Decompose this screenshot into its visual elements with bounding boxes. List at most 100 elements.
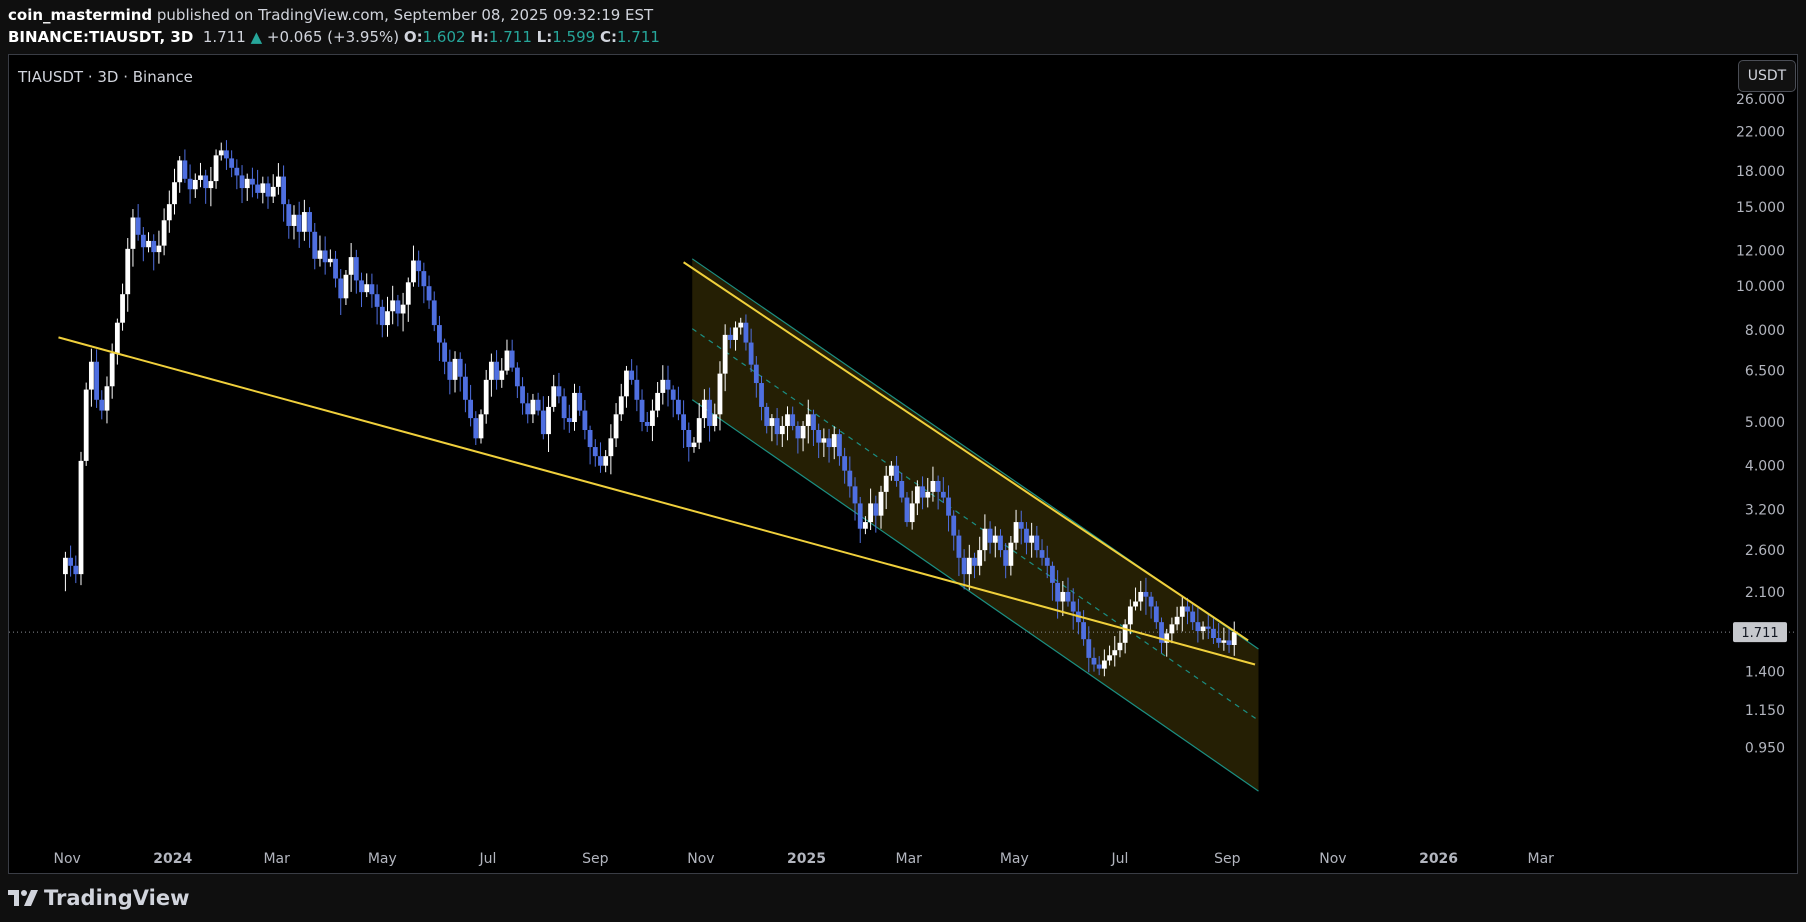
candle	[63, 557, 68, 575]
open-label: O:	[403, 28, 423, 46]
candle	[670, 389, 676, 400]
candle	[857, 503, 863, 529]
price-change: +0.065 (+3.95%)	[266, 28, 400, 46]
x-tick-label: May	[368, 851, 397, 867]
candle	[255, 184, 261, 193]
candle	[946, 497, 951, 516]
candle	[1153, 606, 1159, 623]
candle	[78, 460, 84, 575]
candle	[577, 392, 583, 411]
candle	[805, 414, 811, 426]
candle	[1081, 622, 1086, 640]
candle	[1138, 591, 1144, 602]
y-tick-label: 26.000	[1736, 92, 1785, 108]
candle	[437, 325, 442, 343]
candle	[992, 535, 998, 543]
last-price: 1.711	[202, 28, 246, 46]
candle	[1216, 638, 1222, 643]
candle	[94, 361, 99, 400]
candle	[650, 410, 655, 426]
candle	[224, 150, 229, 159]
candle	[634, 379, 640, 400]
x-tick-label: Sep	[1214, 851, 1241, 867]
candle	[972, 557, 977, 566]
currency-button[interactable]: USDT	[1738, 60, 1796, 92]
candle	[1065, 591, 1071, 602]
candle	[691, 442, 697, 448]
candle	[733, 327, 738, 340]
candle	[1122, 624, 1128, 643]
candle	[239, 175, 245, 189]
candle	[338, 278, 344, 299]
candle	[1127, 606, 1133, 625]
x-tick-label: Nov	[687, 851, 714, 867]
candle	[1060, 591, 1066, 602]
x-tick-label: 2024	[153, 851, 192, 867]
candle	[1143, 591, 1149, 597]
candle	[759, 383, 764, 407]
candle	[385, 311, 390, 326]
price-chart[interactable]: 26.000 22.000 18.000 15.000 12.000 10.000 8.00…	[9, 55, 1797, 873]
tradingview-footer[interactable]: TradingView	[8, 884, 189, 912]
candle	[608, 438, 614, 457]
candle	[842, 456, 848, 471]
candle	[1003, 550, 1009, 566]
candle	[421, 271, 427, 287]
x-tick-label: Mar	[895, 851, 922, 867]
candle	[161, 220, 167, 246]
candle	[618, 396, 624, 415]
x-tick-label: 2026	[1419, 851, 1458, 867]
candle	[457, 358, 463, 377]
y-tick-label: 15.000	[1736, 200, 1785, 216]
candle	[99, 399, 105, 411]
candle	[1107, 655, 1112, 661]
chart-area[interactable]: 26.000 22.000 18.000 15.000 12.000 10.000 8.00…	[8, 54, 1798, 874]
y-tick-label: 12.000	[1736, 243, 1785, 259]
candle	[104, 386, 110, 411]
candle	[655, 392, 661, 411]
candle	[348, 257, 354, 275]
candle	[182, 160, 188, 179]
candle	[894, 465, 899, 481]
candle	[712, 414, 718, 426]
candle	[639, 399, 645, 422]
candle	[130, 217, 136, 249]
candle	[369, 284, 375, 295]
candle	[109, 353, 115, 387]
candle	[582, 410, 588, 430]
candle	[514, 367, 520, 387]
candle	[696, 418, 702, 443]
candle	[546, 406, 551, 435]
candle	[837, 434, 842, 457]
symbol-name[interactable]: BINANCE:TIAUSDT, 3D	[8, 28, 193, 46]
candle	[1008, 542, 1014, 566]
candle	[592, 447, 598, 457]
candle	[208, 181, 214, 189]
candle	[613, 414, 619, 439]
candle	[598, 456, 603, 466]
y-tick-label: 4.000	[1745, 459, 1785, 475]
candle	[203, 175, 209, 189]
candle	[478, 414, 484, 439]
candle	[1096, 664, 1102, 669]
candle	[769, 418, 775, 426]
candle	[883, 475, 889, 492]
candle	[218, 150, 224, 156]
candle	[821, 438, 827, 443]
candle	[863, 522, 868, 529]
candle	[395, 300, 401, 314]
candle	[998, 535, 1003, 551]
candle	[286, 204, 292, 226]
candle	[301, 212, 307, 232]
candle	[114, 322, 120, 354]
author-name[interactable]: coin_mastermind	[8, 6, 152, 24]
x-tick-label: Jul	[1111, 851, 1129, 867]
candle	[868, 503, 874, 523]
candle	[1101, 660, 1107, 669]
candle	[774, 418, 780, 435]
candle	[629, 370, 635, 380]
candle	[125, 248, 131, 295]
candle	[665, 379, 671, 390]
candle	[1086, 639, 1092, 658]
candle	[1039, 550, 1045, 558]
